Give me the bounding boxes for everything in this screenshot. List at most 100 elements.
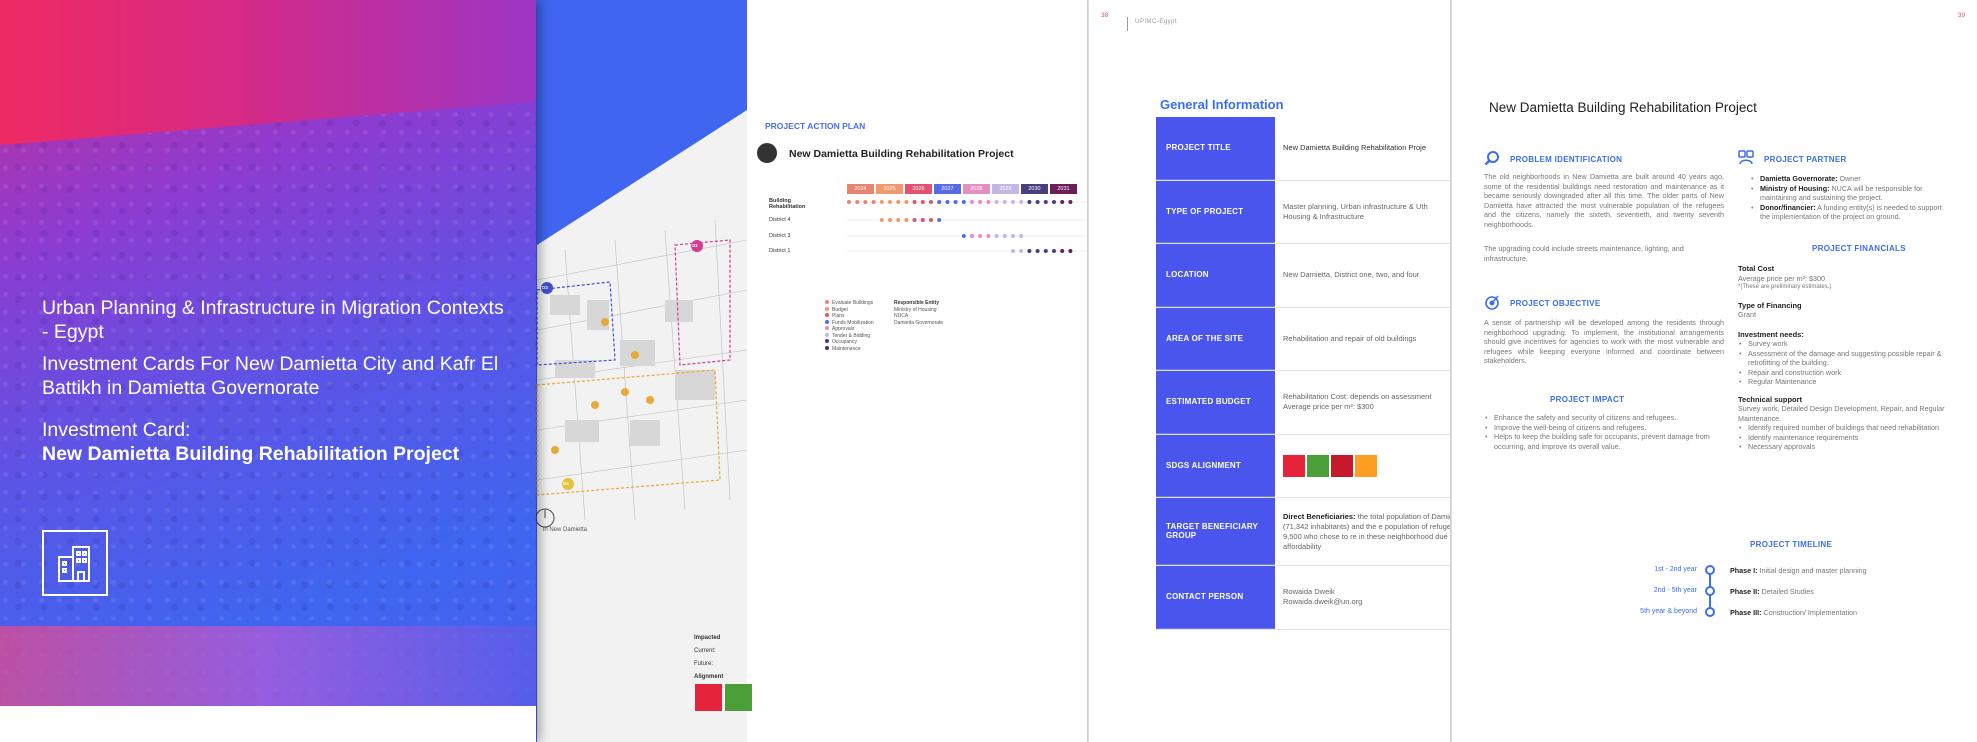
gantt-dot	[871, 200, 876, 204]
gantt-dot	[929, 218, 933, 222]
value-type: Master planning, Urban infrastructure & …	[1283, 201, 1428, 221]
running-header: UPIMC-Egypt	[1135, 19, 1178, 25]
target-icon	[1485, 295, 1499, 310]
legend-dot-icon	[825, 326, 829, 330]
legend-dot-icon	[825, 345, 829, 350]
gantt-dot	[1052, 200, 1056, 204]
gantt-dot	[929, 200, 933, 204]
impact-item: Improve the well-being of citizens and r…	[1484, 423, 1724, 433]
sdg-goal-icon	[1355, 454, 1377, 477]
general-information-title: General Information	[1160, 97, 1284, 112]
general-info-table: PROJECT TITLE New Damietta Building Reha…	[1156, 117, 1450, 630]
problem-text: The old neighborhoods in New Damietta ar…	[1484, 172, 1724, 229]
support-item: Identify maintenance requirements	[1738, 433, 1948, 443]
map-marker-d4: D4	[563, 481, 569, 486]
impacted-block: Impacted Current: Future: Alignment	[694, 632, 723, 684]
gantt-dot	[1060, 200, 1065, 204]
need-item: Regular Maintenance	[1738, 377, 1948, 387]
phase-3-when: 5th year & beyond	[1640, 608, 1697, 615]
gantt-dot	[978, 234, 983, 238]
row-contact: CONTACT PERSON Rowaida Dweik Rowaida.dwe…	[1156, 566, 1450, 630]
partner-name: Ministry of Housing:	[1760, 183, 1830, 193]
phase-2-when: 2nd - 5th year	[1653, 587, 1697, 594]
gantt-dot	[896, 200, 901, 204]
row-area: AREA OF THE SITE Rehabilitation and repa…	[1156, 307, 1450, 371]
phase-2-desc: Detailed Studies	[1759, 587, 1814, 596]
gantt-dot	[961, 234, 966, 238]
partner-name: Donor/financier:	[1760, 202, 1816, 212]
sdg-goal-icon	[1283, 454, 1305, 477]
gantt-dot	[847, 200, 851, 204]
gantt-dot	[970, 234, 974, 238]
site-map	[535, 219, 747, 528]
project-details-page: 39 New Damietta Building Rehabilitation …	[1451, 0, 1977, 742]
gantt-dot	[904, 218, 909, 222]
sdg-icons	[1283, 454, 1377, 477]
sdg-goal-icon	[1331, 454, 1353, 477]
gantt-dot	[1011, 234, 1015, 238]
map-page: in New Damietta D3 D2 D4	[525, 0, 747, 742]
total-cost-value: Average price per m²: $300	[1738, 273, 1825, 283]
timeline-legend: Evaluate Buildings Budget Plans Funds Mobil…	[825, 300, 874, 352]
gantt-dot	[994, 234, 999, 238]
legend-dot-icon	[825, 332, 829, 337]
map-marker-d2: D2	[692, 243, 698, 248]
phase-1-label: Phase I:	[1730, 566, 1758, 575]
gantt-dot	[1011, 249, 1015, 253]
gantt-dot	[920, 200, 925, 204]
gantt-dot	[912, 218, 917, 222]
value-beneficiary: Direct Beneficiaries: the total populati…	[1283, 498, 1450, 565]
gantt-dot	[978, 200, 983, 204]
gantt-dot	[1002, 200, 1007, 204]
key-type: TYPE OF PROJECT	[1156, 180, 1275, 243]
action-plan-page: PROJECT ACTION PLAN New Damietta Buildin…	[747, 0, 1087, 742]
key-area: AREA OF THE SITE	[1156, 307, 1275, 370]
gantt-dot	[937, 200, 942, 204]
impacted-alignment: Alignment	[694, 674, 724, 680]
phase-1-when: 1st - 2nd year	[1654, 566, 1697, 573]
cover-text-block: Urban Planning & Infrastructure in Migra…	[42, 296, 512, 466]
impact-list: Enhance the safety and security of citiz…	[1484, 413, 1724, 451]
total-cost-label: Total Cost	[1738, 264, 1775, 273]
project-icon	[757, 143, 777, 163]
gantt-dot	[970, 200, 974, 204]
gantt-dot	[1043, 249, 1048, 253]
phase-1-text: Phase I: Initial design and master plann…	[1730, 566, 1867, 575]
value-area: Rehabilitation and repair of old buildin…	[1283, 333, 1417, 343]
legend-dot-icon	[825, 339, 829, 343]
map-caption: in New Damietta	[543, 527, 588, 533]
need-item: Repair and construction work	[1738, 368, 1948, 378]
needs-label: Investment needs:	[1738, 329, 1804, 339]
problem-heading: PROBLEM IDENTIFICATION	[1510, 155, 1623, 164]
gantt-dot	[879, 218, 884, 222]
gantt-dot	[1068, 200, 1073, 204]
objective-text: A sense of partnership will be developed…	[1484, 318, 1724, 365]
sdg-1-icon	[695, 684, 722, 711]
gantt-dot	[920, 218, 925, 222]
value-location: New Damietta, District one, two, and fou…	[1283, 270, 1420, 280]
gantt-dot	[888, 200, 892, 204]
gantt-dot	[945, 200, 950, 204]
action-plan-heading: PROJECT ACTION PLAN	[765, 121, 866, 131]
sdg-3-icon	[725, 684, 752, 711]
partner-item: Damietta Governorate: Owner	[1750, 174, 1950, 184]
legend-dot-icon	[825, 319, 829, 324]
project-title: New Damietta Building Rehabilitation Pro…	[1489, 100, 1757, 115]
gantt-dot	[953, 200, 958, 204]
partners-icon	[1738, 150, 1754, 165]
gantt-dot	[896, 218, 901, 222]
objective-heading: PROJECT OBJECTIVE	[1510, 299, 1601, 308]
action-plan-title: New Damietta Building Rehabilitation Pro…	[789, 148, 1014, 160]
phase-3-label: Phase III:	[1730, 608, 1762, 617]
impacted-label: Impacted	[694, 635, 721, 641]
financials-heading: PROJECT FINANCIALS	[1812, 244, 1906, 253]
legend-dot-icon	[825, 313, 829, 317]
entity-label: Responsible Entity	[894, 300, 940, 306]
row-sdgs: SDGS ALIGNMENT	[1156, 434, 1450, 498]
row-type: TYPE OF PROJECT Master planning, Urban i…	[1156, 180, 1450, 244]
gantt-dot	[937, 218, 942, 222]
need-item: Assessment of the damage and suggesting …	[1738, 349, 1948, 368]
cover-project-title: New Damietta Building Rehabilitation Pro…	[42, 443, 460, 465]
sdg-mini-icons	[695, 684, 752, 711]
building-icon	[42, 530, 108, 596]
